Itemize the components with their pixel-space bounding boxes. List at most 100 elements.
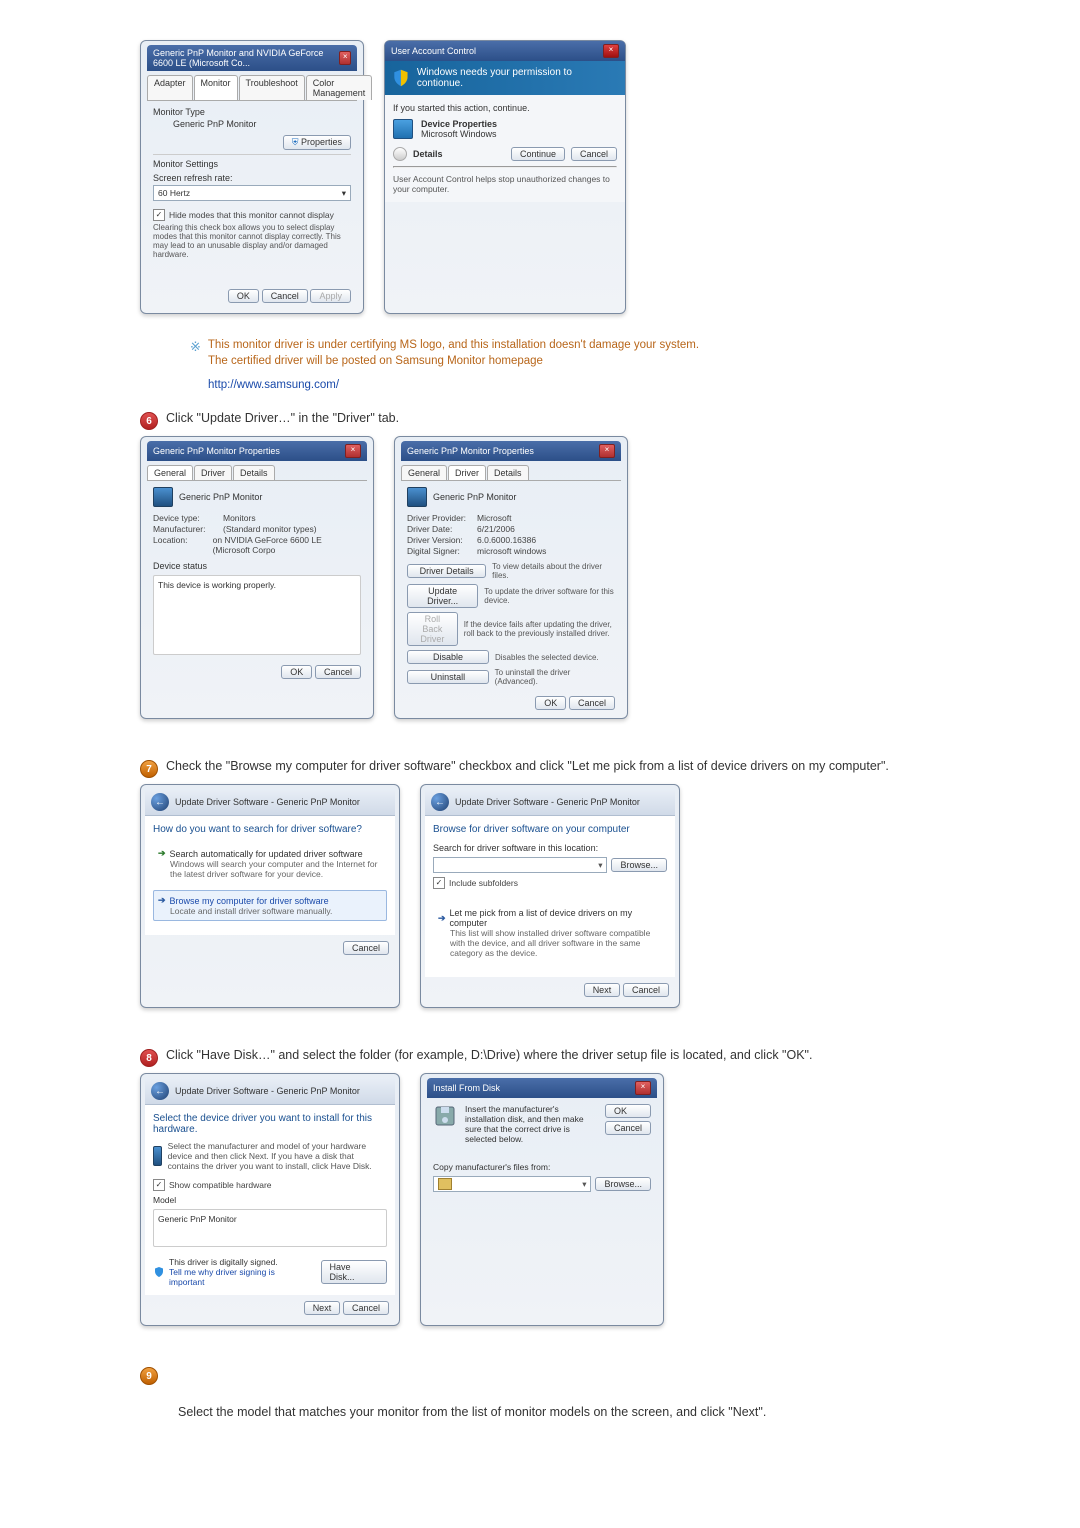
ok-button[interactable]: OK — [228, 289, 259, 303]
next-button[interactable]: Next — [304, 1301, 341, 1315]
update-driver-button[interactable]: Update Driver... — [407, 584, 478, 608]
note-block: ※ This monitor driver is under certifyin… — [190, 339, 940, 391]
cancel-button[interactable]: Cancel — [569, 696, 615, 710]
monitor-properties-window: Generic PnP Monitor and NVIDIA GeForce 6… — [140, 40, 364, 314]
step-7-text: Check the "Browse my computer for driver… — [166, 759, 889, 773]
location-combo[interactable]: ▾ — [433, 857, 607, 873]
uac-started-text: If you started this action, continue. — [393, 103, 617, 113]
refresh-rate-dropdown[interactable]: 60 Hertz ▾ — [153, 185, 351, 201]
monitor-icon — [407, 487, 427, 507]
chevron-down-icon: ▾ — [598, 860, 602, 871]
hide-modes-checkbox[interactable] — [153, 209, 165, 221]
include-subfolders-checkbox[interactable] — [433, 877, 445, 889]
cancel-button[interactable]: Cancel — [343, 1301, 389, 1315]
back-icon[interactable]: ← — [151, 1082, 169, 1100]
note-sub-text: The certified driver will be posted on S… — [208, 355, 543, 367]
ok-button[interactable]: OK — [605, 1104, 651, 1118]
have-disk-button[interactable]: Have Disk... — [321, 1260, 387, 1284]
disable-button[interactable]: Disable — [407, 650, 489, 664]
step-8: 8 Click "Have Disk…" and select the fold… — [140, 1048, 940, 1067]
monitor-type-value: Generic PnP Monitor — [153, 119, 351, 129]
cancel-button[interactable]: Cancel — [343, 941, 389, 955]
monitor-icon — [153, 1146, 162, 1166]
dialog-heading: Select the device driver you want to ins… — [153, 1113, 387, 1135]
samsung-link[interactable]: http://www.samsung.com/ — [208, 379, 339, 391]
install-disk-text: Insert the manufacturer's installation d… — [465, 1104, 597, 1144]
screenshot-row-3: ← Update Driver Software - Generic PnP M… — [140, 784, 940, 1008]
continue-button[interactable]: Continue — [511, 147, 565, 161]
model-column-header: Model — [153, 1195, 387, 1205]
tab-general[interactable]: General — [401, 465, 447, 480]
cancel-button[interactable]: Cancel — [623, 983, 669, 997]
close-icon[interactable]: × — [599, 444, 615, 458]
cancel-button[interactable]: Cancel — [315, 665, 361, 679]
option-browse-computer[interactable]: ➔Browse my computer for driver software … — [153, 890, 387, 921]
hide-modes-description: Clearing this check box allows you to se… — [153, 223, 351, 259]
window-title: Install From Disk — [433, 1083, 500, 1093]
copy-from-label: Copy manufacturer's files from: — [433, 1162, 651, 1172]
uac-app-name: Device Properties — [421, 119, 497, 129]
device-heading: Generic PnP Monitor — [433, 492, 516, 502]
screenshot-row-1: Generic PnP Monitor and NVIDIA GeForce 6… — [140, 40, 940, 314]
tab-details[interactable]: Details — [487, 465, 529, 480]
close-icon[interactable]: × — [345, 444, 361, 458]
monitor-icon — [153, 487, 173, 507]
step-number-badge: 9 — [140, 1367, 158, 1385]
next-button[interactable]: Next — [584, 983, 621, 997]
cancel-button[interactable]: Cancel — [262, 289, 308, 303]
tab-driver[interactable]: Driver — [194, 465, 232, 480]
uac-footer-text: User Account Control helps stop unauthor… — [393, 174, 617, 194]
chevron-down-icon: ▾ — [582, 1179, 586, 1190]
close-icon[interactable]: × — [339, 51, 351, 65]
chevron-down-icon[interactable] — [393, 147, 407, 161]
driver-details-button[interactable]: Driver Details — [407, 564, 486, 578]
browse-button[interactable]: Browse... — [611, 858, 667, 872]
close-icon[interactable]: × — [635, 1081, 651, 1095]
compatible-hardware-checkbox[interactable] — [153, 1179, 165, 1191]
properties-button[interactable]: ⛨ Properties — [283, 135, 351, 150]
tab-troubleshoot[interactable]: Troubleshoot — [239, 75, 305, 100]
ok-button[interactable]: OK — [535, 696, 566, 710]
option-pick-from-list[interactable]: ➔Let me pick from a list of device drive… — [433, 903, 667, 963]
step-9: 9 — [140, 1366, 940, 1385]
cancel-button[interactable]: Cancel — [605, 1121, 651, 1135]
ok-button[interactable]: OK — [281, 665, 312, 679]
tab-monitor[interactable]: Monitor — [194, 75, 238, 100]
window-titlebar: Generic PnP Monitor and NVIDIA GeForce 6… — [147, 45, 357, 71]
tab-color-mgmt[interactable]: Color Management — [306, 75, 373, 100]
back-icon[interactable]: ← — [431, 793, 449, 811]
include-subfolders-label: Include subfolders — [449, 878, 518, 888]
step-number-badge: 6 — [140, 412, 158, 430]
tab-general[interactable]: General — [147, 465, 193, 480]
dialog-description: Select the manufacturer and model of you… — [168, 1141, 387, 1171]
chevron-down-icon: ▾ — [342, 188, 346, 199]
signing-info-link[interactable]: Tell me why driver signing is important — [169, 1267, 313, 1287]
uac-title: User Account Control — [391, 46, 476, 56]
apply-button[interactable]: Apply — [310, 289, 351, 303]
device-status-box: This device is working properly. — [153, 575, 361, 655]
screenshot-row-2: Generic PnP Monitor Properties × General… — [140, 436, 940, 719]
back-icon[interactable]: ← — [151, 793, 169, 811]
browse-button[interactable]: Browse... — [595, 1177, 651, 1191]
model-list-item[interactable]: Generic PnP Monitor — [158, 1214, 382, 1224]
step-6-text: Click "Update Driver…" in the "Driver" t… — [166, 411, 399, 425]
tab-adapter[interactable]: Adapter — [147, 75, 193, 100]
hide-modes-label: Hide modes that this monitor cannot disp… — [169, 210, 334, 220]
snowflake-icon: ※ — [190, 339, 201, 354]
option-auto-search[interactable]: ➔Search automatically for updated driver… — [153, 843, 387, 884]
window-titlebar: Generic PnP Monitor Properties × — [401, 441, 621, 461]
copy-from-combo[interactable]: ▾ — [433, 1176, 591, 1192]
tab-driver[interactable]: Driver — [448, 465, 486, 480]
cancel-button[interactable]: Cancel — [571, 147, 617, 161]
uac-details-toggle[interactable]: Details — [413, 149, 443, 159]
tab-details[interactable]: Details — [233, 465, 275, 480]
rollback-driver-button[interactable]: Roll Back Driver — [407, 612, 458, 646]
tab-strip: Adapter Monitor Troubleshoot Color Manag… — [147, 71, 357, 101]
window-title: Generic PnP Monitor and NVIDIA GeForce 6… — [153, 48, 339, 68]
uac-banner-text: Windows needs your permission to contion… — [417, 67, 619, 89]
uninstall-button[interactable]: Uninstall — [407, 670, 489, 684]
step-8-text: Click "Have Disk…" and select the folder… — [166, 1048, 812, 1062]
close-icon[interactable]: × — [603, 44, 619, 58]
folder-icon — [438, 1178, 452, 1190]
device-status-label: Device status — [153, 561, 361, 571]
